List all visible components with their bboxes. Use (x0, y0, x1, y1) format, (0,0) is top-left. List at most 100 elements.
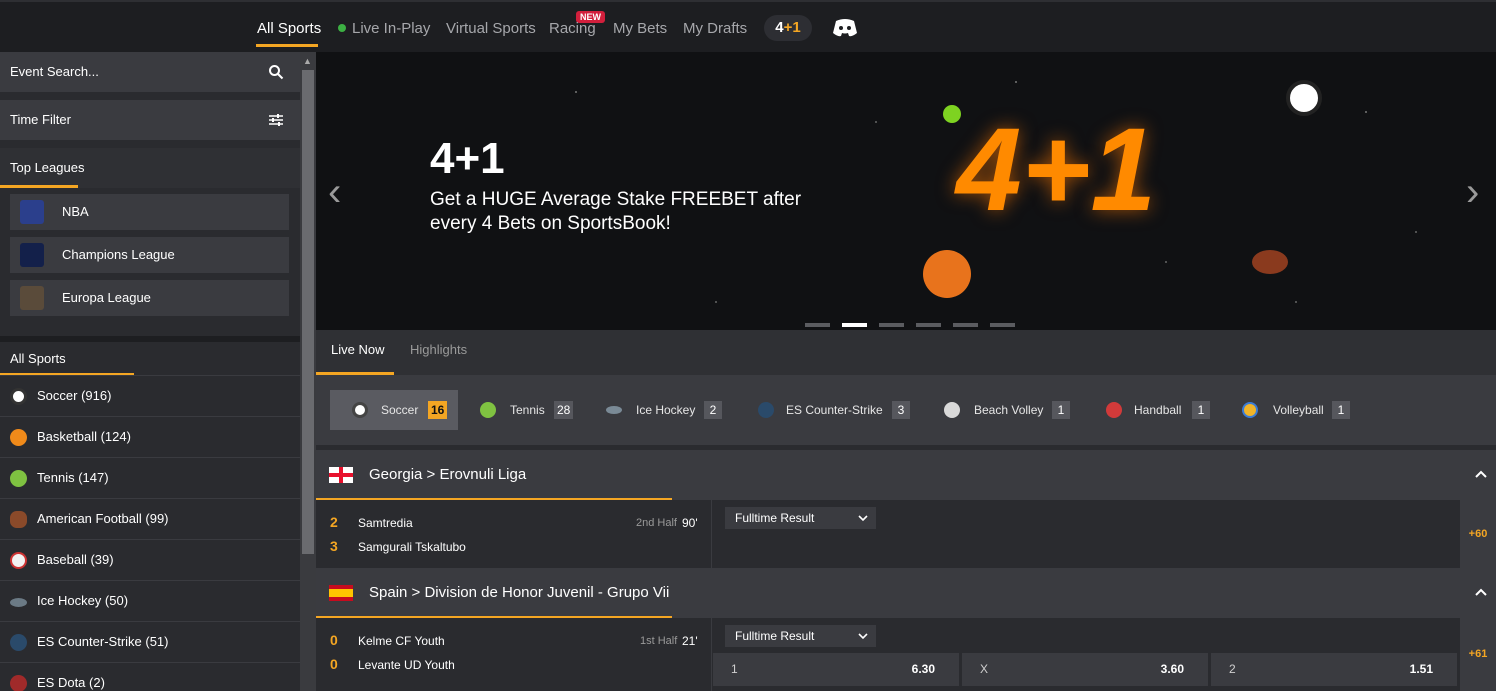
sport-chip-ice-hockey[interactable]: Ice Hockey 2 (598, 390, 730, 430)
banner-prev-arrow-icon[interactable]: ‹ (328, 170, 341, 215)
chip-count: 3 (892, 401, 910, 419)
away-team: Levante UD Youth (358, 658, 455, 672)
scrollbar-thumb[interactable] (302, 70, 314, 554)
odds-button-away[interactable]: 2 1.51 (1211, 653, 1457, 686)
promo-banner[interactable]: ‹ › 4+1 Get a HUGE Average Stake FREEBET… (316, 52, 1496, 330)
top-nav: All Sports Live In-Play Virtual Sports N… (0, 0, 1496, 52)
sportsbook-page: All Sports Live In-Play Virtual Sports N… (0, 0, 1496, 691)
hockey-puck-icon (606, 406, 622, 414)
sidebar: Event Search... Time Filter Top Leagues … (0, 52, 300, 691)
odds-button-home[interactable]: 1 6.30 (713, 653, 959, 686)
league-item-europa-league[interactable]: Europa League (10, 280, 289, 316)
top-leagues-title: Top Leagues (10, 160, 85, 175)
market-select[interactable]: Fulltime Result (725, 625, 876, 647)
tab-racing[interactable]: Racing (549, 20, 596, 37)
odds-button-draw[interactable]: X 3.60 (962, 653, 1208, 686)
sport-label: Soccer (916) (37, 388, 112, 403)
chip-label: Volleyball (1273, 403, 1324, 417)
column-divider (711, 618, 712, 691)
tab-live-now[interactable]: Live Now (331, 342, 384, 357)
sport-label: Baseball (39) (37, 552, 114, 567)
sport-chip-beach-volley[interactable]: Beach Volley 1 (942, 390, 1074, 430)
sidebar-scrollbar[interactable]: ▲ (300, 52, 316, 691)
sport-label: American Football (99) (37, 511, 169, 526)
american-football-icon (10, 511, 27, 528)
time-filter-button[interactable]: Time Filter (0, 100, 300, 140)
all-sports-title: All Sports (10, 351, 66, 366)
sidebar-sport-es-dota[interactable]: ES Dota (2) (0, 662, 300, 691)
league-title: Georgia > Erovnuli Liga (369, 466, 527, 483)
soccer-ball-icon (352, 402, 368, 418)
odds-label: 2 (1229, 662, 1236, 676)
more-markets-button[interactable]: +61 (1460, 618, 1496, 691)
carousel-dot[interactable] (805, 323, 830, 327)
spain-flag-icon (329, 585, 353, 601)
american-football-graphic (1252, 250, 1288, 274)
away-team: Samgurali Tskaltubo (358, 540, 466, 554)
carousel-dot[interactable] (990, 323, 1015, 327)
home-team: Kelme CF Youth (358, 634, 445, 648)
georgia-flag-icon (329, 467, 353, 483)
promo-4plus1-button[interactable]: 4+1 (764, 15, 812, 41)
odds-price: 1.51 (1409, 662, 1433, 676)
sport-chip-tennis[interactable]: Tennis 28 (466, 390, 578, 430)
carousel-dot-active[interactable] (842, 323, 867, 327)
baseball-icon (10, 552, 27, 569)
sport-chip-volleyball[interactable]: Volleyball 1 (1242, 390, 1354, 430)
event-search-input[interactable]: Event Search... (0, 52, 300, 92)
tennis-ball-icon (480, 402, 496, 418)
odds-label: 1 (731, 662, 738, 676)
chevron-up-icon[interactable] (1474, 467, 1488, 481)
match-minute: 21' (682, 634, 698, 648)
market-select[interactable]: Fulltime Result (725, 507, 876, 529)
discord-icon[interactable] (832, 18, 858, 38)
sidebar-sport-basketball[interactable]: Basketball (124) (0, 416, 300, 456)
chip-count: 16 (428, 401, 448, 419)
sidebar-sport-american-football[interactable]: American Football (99) (0, 498, 300, 538)
sport-chip-soccer[interactable]: Soccer 16 (330, 390, 458, 430)
counter-strike-icon (10, 634, 27, 651)
carousel-dot[interactable] (953, 323, 978, 327)
search-icon[interactable] (268, 64, 284, 80)
more-markets-button[interactable]: +60 (1460, 500, 1496, 568)
live-tabs: Live Now Highlights (316, 330, 1496, 375)
league-label: Europa League (62, 290, 151, 305)
carousel-dot[interactable] (916, 323, 941, 327)
sport-label: ES Dota (2) (37, 675, 105, 690)
home-team: Samtredia (358, 516, 413, 530)
sidebar-sport-ice-hockey[interactable]: Ice Hockey (50) (0, 580, 300, 620)
match-row[interactable]: 2 Samtredia 3 Samgurali Tskaltubo 2nd Ha… (316, 500, 1496, 568)
column-divider (711, 500, 712, 568)
tab-highlights[interactable]: Highlights (410, 342, 467, 357)
counter-strike-icon (758, 402, 774, 418)
top-leagues-header: Top Leagues (0, 148, 300, 188)
banner-text: Get a HUGE Average Stake FREEBET after e… (430, 189, 802, 234)
tab-my-drafts[interactable]: My Drafts (683, 20, 747, 37)
chip-label: ES Counter-Strike (786, 403, 883, 417)
league-item-nba[interactable]: NBA (10, 194, 289, 230)
carousel-dot[interactable] (879, 323, 904, 327)
chip-count: 2 (704, 401, 722, 419)
match-row[interactable]: 0 Kelme CF Youth 0 Levante UD Youth 1st … (316, 618, 1496, 691)
tab-all-sports[interactable]: All Sports (257, 20, 321, 37)
scroll-up-arrow-icon[interactable]: ▲ (303, 56, 312, 66)
league-header-spain[interactable]: Spain > Division de Honor Juvenil - Grup… (316, 568, 1496, 618)
sidebar-sport-tennis[interactable]: Tennis (147) (0, 457, 300, 497)
tab-my-bets[interactable]: My Bets (613, 20, 667, 37)
chevron-up-icon[interactable] (1474, 585, 1488, 599)
banner-carousel-dots[interactable] (805, 314, 1027, 330)
chip-label: Handball (1134, 403, 1182, 417)
league-item-champions-league[interactable]: Champions League (10, 237, 289, 273)
tab-live-in-play[interactable]: Live In-Play (338, 20, 430, 37)
league-header-georgia[interactable]: Georgia > Erovnuli Liga (316, 450, 1496, 500)
tab-virtual-sports[interactable]: Virtual Sports (446, 20, 536, 37)
sidebar-sport-soccer[interactable]: Soccer (916) (0, 375, 300, 415)
banner-next-arrow-icon[interactable]: › (1466, 170, 1479, 215)
sidebar-sport-baseball[interactable]: Baseball (39) (0, 539, 300, 579)
volleyball-icon (1242, 402, 1258, 418)
chip-count: 1 (1192, 401, 1210, 419)
sport-chip-handball[interactable]: Handball 1 (1104, 390, 1214, 430)
sport-chip-es-counter-strike[interactable]: ES Counter-Strike 3 (754, 390, 914, 430)
sidebar-sport-es-counter-strike[interactable]: ES Counter-Strike (51) (0, 621, 300, 661)
league-label: NBA (62, 204, 89, 219)
